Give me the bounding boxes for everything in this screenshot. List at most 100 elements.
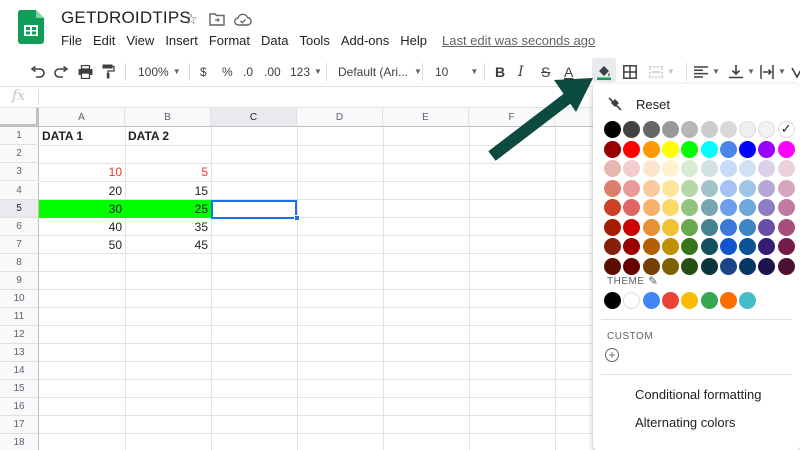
text-wrapping-icon[interactable]: ▼ xyxy=(760,58,786,85)
color-swatch[interactable] xyxy=(642,160,660,177)
decrease-decimals-button[interactable]: .0 xyxy=(243,58,253,85)
color-swatch[interactable] xyxy=(604,218,621,236)
color-swatch[interactable] xyxy=(661,257,679,275)
color-swatch[interactable] xyxy=(758,179,776,197)
menu-format[interactable]: Format xyxy=(209,33,250,48)
font-size-select[interactable]: 10 ▼ xyxy=(435,58,478,85)
color-swatch[interactable] xyxy=(758,218,776,236)
color-swatch[interactable] xyxy=(604,238,621,255)
color-swatch[interactable] xyxy=(642,218,660,236)
row-header-4[interactable]: 4 xyxy=(0,182,39,200)
color-swatch[interactable] xyxy=(642,238,660,255)
color-swatch[interactable] xyxy=(700,218,718,236)
row-header-6[interactable]: 6 xyxy=(0,218,39,236)
theme-color-swatch[interactable] xyxy=(739,292,757,309)
add-custom-color-icon[interactable]: + xyxy=(605,348,619,362)
cell-a4[interactable]: 20 xyxy=(39,182,125,200)
color-swatch[interactable] xyxy=(642,140,660,158)
theme-color-swatch[interactable] xyxy=(719,292,737,309)
color-swatch[interactable] xyxy=(777,218,795,236)
color-swatch[interactable] xyxy=(604,121,621,138)
menu-tools[interactable]: Tools xyxy=(299,33,329,48)
print-icon[interactable] xyxy=(78,58,93,85)
color-swatch[interactable] xyxy=(681,257,699,275)
fill-handle[interactable] xyxy=(294,215,300,221)
theme-color-swatch[interactable] xyxy=(681,292,699,309)
cell-b4[interactable]: 15 xyxy=(125,182,211,200)
edit-theme-icon[interactable]: ✎ xyxy=(648,274,658,288)
color-swatch[interactable] xyxy=(719,140,737,158)
color-swatch[interactable] xyxy=(681,179,699,197)
color-swatch[interactable] xyxy=(661,140,679,158)
color-swatch[interactable] xyxy=(623,238,641,255)
percent-format-button[interactable]: % xyxy=(222,58,233,85)
cell-a7[interactable]: 50 xyxy=(39,236,125,254)
color-swatch[interactable] xyxy=(681,140,699,158)
color-swatch[interactable] xyxy=(719,218,737,236)
menu-insert[interactable]: Insert xyxy=(165,33,198,48)
alternating-colors-option[interactable]: Alternating colors xyxy=(635,415,735,430)
color-swatch[interactable] xyxy=(661,199,679,216)
cell-a5[interactable]: 30 xyxy=(39,200,125,218)
cell-a6[interactable]: 40 xyxy=(39,218,125,236)
row-header-9[interactable]: 9 xyxy=(0,272,39,290)
column-header-c[interactable]: C xyxy=(211,108,297,127)
color-swatch[interactable] xyxy=(642,121,660,138)
reset-color-option[interactable]: Reset xyxy=(607,96,670,112)
star-icon[interactable]: ☆ xyxy=(182,10,200,28)
borders-icon[interactable] xyxy=(623,58,637,85)
color-swatch[interactable] xyxy=(623,257,641,275)
color-swatch[interactable] xyxy=(719,179,737,197)
menu-edit[interactable]: Edit xyxy=(93,33,115,48)
color-swatch[interactable] xyxy=(758,121,776,138)
redo-icon[interactable] xyxy=(54,58,69,85)
menu-help[interactable]: Help xyxy=(400,33,427,48)
cloud-status-icon[interactable] xyxy=(234,10,252,28)
cell-b3[interactable]: 5 xyxy=(125,163,211,181)
cell-b7[interactable]: 45 xyxy=(125,236,211,254)
color-swatch[interactable] xyxy=(681,199,699,216)
horizontal-align-icon[interactable]: ▼ xyxy=(694,58,720,85)
column-header-e[interactable]: E xyxy=(383,108,469,127)
color-swatch[interactable] xyxy=(661,160,679,177)
cell-b1[interactable]: DATA 2 xyxy=(125,127,211,145)
theme-color-swatch[interactable] xyxy=(700,292,718,309)
color-swatch[interactable] xyxy=(681,160,699,177)
color-swatch[interactable] xyxy=(777,199,795,216)
color-swatch[interactable] xyxy=(681,121,699,138)
color-swatch[interactable] xyxy=(719,257,737,275)
color-swatch[interactable] xyxy=(777,140,795,158)
cell-b5[interactable]: 25 xyxy=(125,200,211,218)
column-header-a[interactable]: A xyxy=(39,108,125,127)
row-header-13[interactable]: 13 xyxy=(0,344,39,362)
color-swatch[interactable] xyxy=(739,257,757,275)
theme-color-swatch[interactable] xyxy=(661,292,679,309)
theme-color-swatch[interactable] xyxy=(604,292,621,309)
color-swatch[interactable] xyxy=(604,199,621,216)
last-edit-link[interactable]: Last edit was seconds ago xyxy=(442,33,595,48)
color-swatch[interactable] xyxy=(777,238,795,255)
color-swatch[interactable] xyxy=(719,160,737,177)
more-formats-select[interactable]: 123 ▼ xyxy=(290,58,322,85)
zoom-select[interactable]: 100% ▼ xyxy=(138,58,181,85)
paint-format-icon[interactable] xyxy=(102,58,115,85)
row-header-11[interactable]: 11 xyxy=(0,308,39,326)
menu-addons[interactable]: Add-ons xyxy=(341,33,389,48)
color-swatch[interactable] xyxy=(700,140,718,158)
color-swatch[interactable] xyxy=(661,218,679,236)
color-swatch[interactable] xyxy=(719,121,737,138)
cell-a3[interactable]: 10 xyxy=(39,163,125,181)
color-swatch[interactable] xyxy=(758,257,776,275)
color-swatch[interactable] xyxy=(719,238,737,255)
color-swatch[interactable] xyxy=(642,179,660,197)
color-swatch[interactable] xyxy=(758,160,776,177)
active-cell-selection[interactable] xyxy=(211,200,297,219)
color-swatch[interactable] xyxy=(623,121,641,138)
color-swatch[interactable] xyxy=(739,238,757,255)
color-swatch[interactable] xyxy=(739,140,757,158)
row-header-7[interactable]: 7 xyxy=(0,236,39,254)
text-rotation-icon[interactable] xyxy=(791,58,800,85)
select-all-corner[interactable] xyxy=(0,108,39,127)
color-swatch[interactable] xyxy=(604,160,621,177)
menu-view[interactable]: View xyxy=(126,33,154,48)
